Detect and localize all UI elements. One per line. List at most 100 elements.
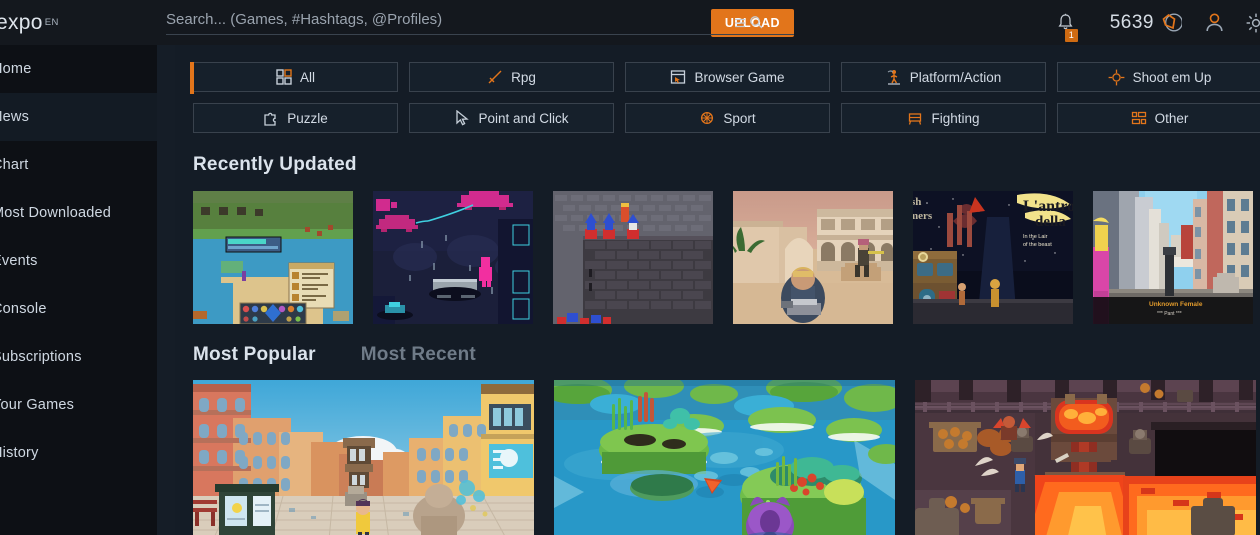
ring-icon xyxy=(907,110,923,126)
game-card-city-street-visual-novel[interactable]: Unknown Female *** Pant *** xyxy=(1093,191,1253,324)
top-bar-actions: 1 5639 xyxy=(1046,0,1260,45)
svg-text:of the beast: of the beast xyxy=(1023,242,1052,248)
game-card-town-square-adventure[interactable] xyxy=(193,380,534,535)
thumbnail-city-street-visual-novel: Unknown Female *** Pant *** xyxy=(1093,191,1253,324)
coin-amount: 5639 xyxy=(1109,11,1154,33)
category-label: Browser Game xyxy=(694,69,785,85)
cursor-icon xyxy=(454,110,470,126)
notification-badge: 1 xyxy=(1064,29,1078,42)
svg-text:L'antro: L'antro xyxy=(1023,198,1073,215)
search-bar: UPLOAD xyxy=(166,0,794,45)
sidebar-item-chart[interactable]: Chart xyxy=(0,141,157,189)
category-label: Rpg xyxy=(511,69,536,85)
game-card-lava-mine-dungeon[interactable] xyxy=(915,380,1256,535)
thumbnail-town-square-adventure xyxy=(193,380,534,535)
grid-icon xyxy=(276,69,292,85)
sidebar-item-your-games[interactable]: Your Games xyxy=(0,381,157,429)
settings-button[interactable] xyxy=(1236,12,1260,34)
sidebar-item-subscriptions[interactable]: Subscriptions xyxy=(0,333,157,381)
account-avatar-icon xyxy=(1205,13,1223,32)
main-content: All Rpg Browser Game Platform/Action Shoot e… xyxy=(175,0,1260,535)
thumbnail-desert-town-shooter xyxy=(733,191,893,324)
sidebar-item-label: Console xyxy=(0,301,47,317)
category-label: Platform/Action xyxy=(909,69,1002,85)
svg-text:mers: mers xyxy=(913,210,933,222)
coin-balance[interactable]: 5639 xyxy=(1110,11,1182,34)
crosshair-icon xyxy=(1108,69,1125,86)
tab-most-popular[interactable]: Most Popular xyxy=(193,344,316,366)
sidebar-item-label: Most Downloaded xyxy=(0,205,112,221)
category-button-point-and-click[interactable]: Point and Click xyxy=(409,103,614,133)
game-card-castle-wizards-pixel[interactable] xyxy=(553,191,713,324)
sidebar-item-label: History xyxy=(0,445,39,461)
category-button-shoot-em-up[interactable]: Shoot em Up xyxy=(1057,62,1260,92)
game-card-lily-pad-water-world[interactable] xyxy=(554,380,895,535)
svg-text:della: della xyxy=(1035,214,1066,230)
sidebar-item-console[interactable]: Console xyxy=(0,285,157,333)
category-label: Sport xyxy=(723,110,756,126)
thumbnail-lily-pad-water-world xyxy=(554,380,895,535)
account-button[interactable] xyxy=(1192,12,1236,33)
section-title-recently-updated: Recently Updated xyxy=(193,154,357,175)
game-card-pixel-island-rpg[interactable] xyxy=(193,191,353,324)
sidebar-item-news[interactable]: News xyxy=(0,93,157,141)
category-button-platform-action[interactable]: Platform/Action xyxy=(841,62,1046,92)
category-label: Fighting xyxy=(931,110,980,126)
category-button-all[interactable]: All xyxy=(190,62,398,94)
recently-updated-row: L'antro della In the Lair of the beast s… xyxy=(193,191,1260,324)
thumbnail-lava-mine-dungeon xyxy=(915,380,1256,535)
thumbnail-lantro-della-adventure: L'antro della In the Lair of the beast s… xyxy=(913,191,1073,324)
sidebar-item-home[interactable]: Home xyxy=(0,45,157,93)
category-button-fighting[interactable]: Fighting xyxy=(841,103,1046,133)
category-button-other[interactable]: Other xyxy=(1057,103,1260,133)
category-label: Puzzle xyxy=(287,110,328,126)
sidebar-item-label: News xyxy=(0,109,30,125)
sidebar-item-label: Events xyxy=(0,253,38,269)
sport-icon xyxy=(699,110,715,126)
sidebar-item-label: Chart xyxy=(0,157,29,173)
tab-most-recent[interactable]: Most Recent xyxy=(361,344,476,366)
gear-icon xyxy=(1246,13,1260,32)
game-card-neon-night-platformer[interactable] xyxy=(373,191,533,324)
game-card-desert-town-shooter[interactable] xyxy=(733,191,893,324)
sidebar-item-label: Subscriptions xyxy=(0,349,82,365)
svg-text:*** Pant ***: *** Pant *** xyxy=(1157,311,1182,317)
site-logo[interactable]: iexpoEN xyxy=(0,0,148,45)
category-button-rpg[interactable]: Rpg xyxy=(409,62,614,92)
popular-tabs: Most Popular Most Recent xyxy=(193,344,1260,366)
notifications-button[interactable]: 1 xyxy=(1046,13,1086,42)
thumbnail-pixel-island-rpg xyxy=(193,191,353,324)
search-input[interactable] xyxy=(166,4,685,35)
category-button-browser-game[interactable]: Browser Game xyxy=(625,62,830,92)
svg-text:sh: sh xyxy=(913,196,921,208)
category-button-sport[interactable]: Sport xyxy=(625,103,830,133)
svg-text:Unknown Female: Unknown Female xyxy=(1149,301,1203,308)
category-filter-grid: All Rpg Browser Game Platform/Action Shoot e… xyxy=(190,62,1260,133)
gem-coin-icon xyxy=(1162,13,1182,32)
search-underline xyxy=(166,34,794,35)
window-icon xyxy=(670,69,686,85)
sidebar-item-history[interactable]: History xyxy=(0,429,157,477)
sidebar-item-label: Home xyxy=(0,61,32,77)
category-label: Other xyxy=(1154,110,1189,126)
sidebar-item-most-downloaded[interactable]: Most Downloaded xyxy=(0,189,157,237)
top-bar: iexpoEN UPLOAD 1 5639 xyxy=(0,0,1260,45)
category-label: All xyxy=(299,69,315,85)
sidebar: Home News Chart Most Downloaded Events Consol… xyxy=(0,0,157,535)
runner-icon xyxy=(886,69,902,85)
category-label: Shoot em Up xyxy=(1132,69,1212,85)
game-card-lantro-della-adventure[interactable]: L'antro della In the Lair of the beast s… xyxy=(913,191,1073,324)
thumbnail-neon-night-platformer xyxy=(373,191,533,324)
sword-icon xyxy=(487,69,503,85)
sidebar-item-events[interactable]: Events xyxy=(0,237,157,285)
language-indicator[interactable]: EN xyxy=(45,17,59,28)
svg-text:In the Lair: In the Lair xyxy=(1023,234,1048,240)
thumbnail-castle-wizards-pixel xyxy=(553,191,713,324)
category-label: Point and Click xyxy=(478,110,569,126)
category-button-puzzle[interactable]: Puzzle xyxy=(193,103,398,133)
list-icon xyxy=(1131,110,1147,126)
sidebar-divider xyxy=(157,0,175,535)
app-root: iexpoEN UPLOAD 1 5639 xyxy=(0,0,1260,535)
filter-search-icon[interactable] xyxy=(734,15,764,30)
popular-games-row xyxy=(193,380,1260,535)
